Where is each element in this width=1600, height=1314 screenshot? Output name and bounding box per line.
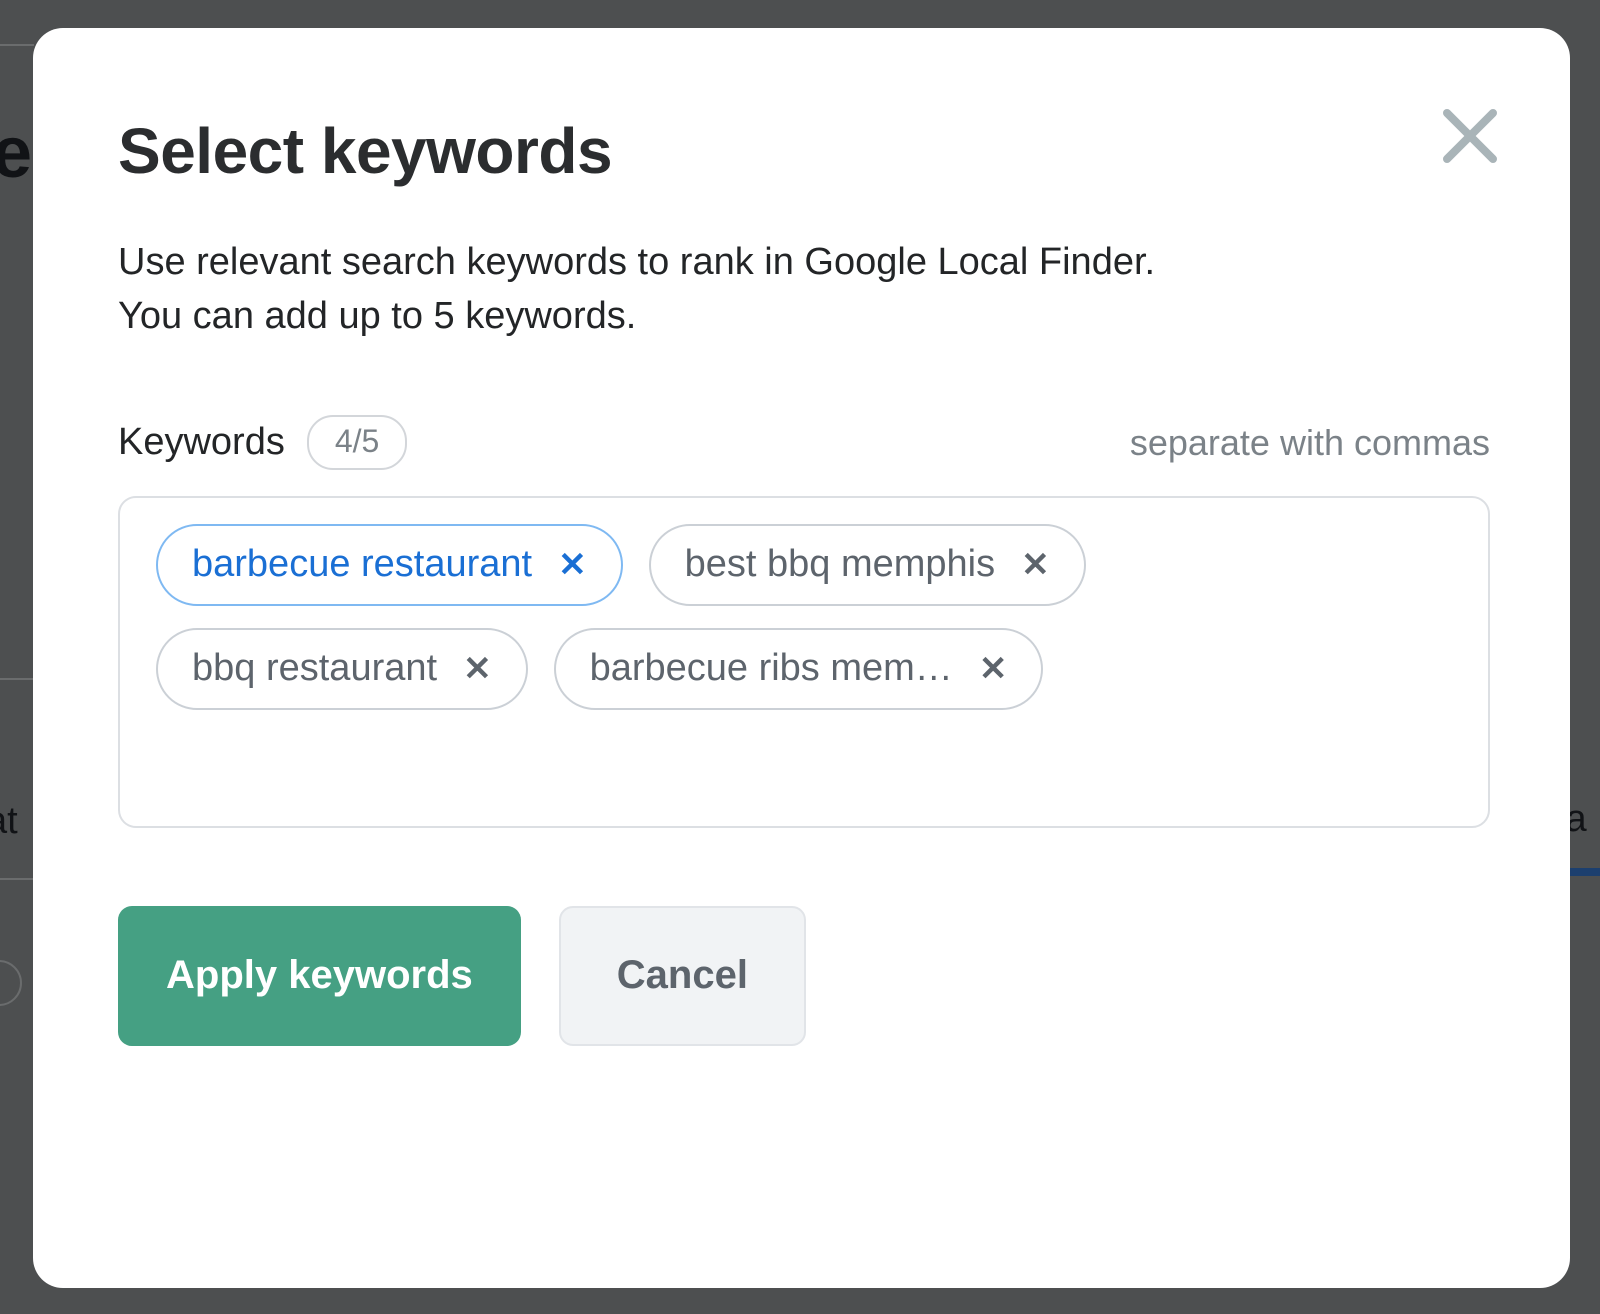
keywords-count-badge: 4/5 [306,415,408,470]
select-keywords-dialog: Select keywords Use relevant search keyw… [33,28,1570,1288]
dialog-actions: Apply keywords Cancel [118,905,1490,1046]
page-title: Select keywords [118,115,613,187]
keyword-tag-label: barbecue ribs mem… [589,647,953,689]
keyword-tag-label: barbecue restaurant [192,543,533,585]
background-divider-top [0,44,34,46]
keyword-tag[interactable]: bbq restaurant ✕ [156,627,528,710]
remove-keyword-icon[interactable]: ✕ [1021,548,1050,582]
dialog-body: Select keywords Use relevant search keyw… [33,28,1570,1046]
remove-keyword-icon[interactable]: ✕ [463,652,492,686]
keywords-label-group: Keywords 4/5 [118,415,408,470]
keyword-tag[interactable]: barbecue ribs mem… ✕ [553,627,1044,710]
remove-keyword-icon[interactable]: ✕ [979,652,1008,686]
keyword-tag-label: bbq restaurant [192,647,438,689]
background-text-fragment-left-top: e [0,113,33,193]
background-divider-lower [0,878,34,880]
close-icon[interactable] [1434,100,1506,172]
separate-with-commas-hint: separate with commas [1129,421,1490,463]
description-line-1: Use relevant search keywords to rank in … [118,241,1156,284]
background-circle-shape [0,960,22,1006]
keywords-field-header: Keywords 4/5 separate with commas [118,414,1490,472]
keywords-label: Keywords [118,420,285,463]
dialog-description: Use relevant search keywords to rank in … [118,237,1358,341]
apply-keywords-button[interactable]: Apply keywords [118,905,521,1046]
modal-overlay[interactable]: e at Ra Select keywords Use relevant sea… [0,0,1600,1314]
keyword-tag-label: best bbq memphis [684,543,996,585]
cancel-button[interactable]: Cancel [558,905,806,1046]
background-text-fragment-left-mid: at [0,800,18,842]
keyword-tag[interactable]: barbecue restaurant ✕ [156,523,623,606]
keyword-tag[interactable]: best bbq memphis ✕ [648,523,1086,606]
description-line-2: You can add up to 5 keywords. [118,295,637,338]
remove-keyword-icon[interactable]: ✕ [558,548,587,582]
keywords-input[interactable]: barbecue restaurant ✕ best bbq memphis ✕… [118,495,1490,828]
background-accent-line [1568,868,1600,876]
background-divider-upper [0,678,34,680]
